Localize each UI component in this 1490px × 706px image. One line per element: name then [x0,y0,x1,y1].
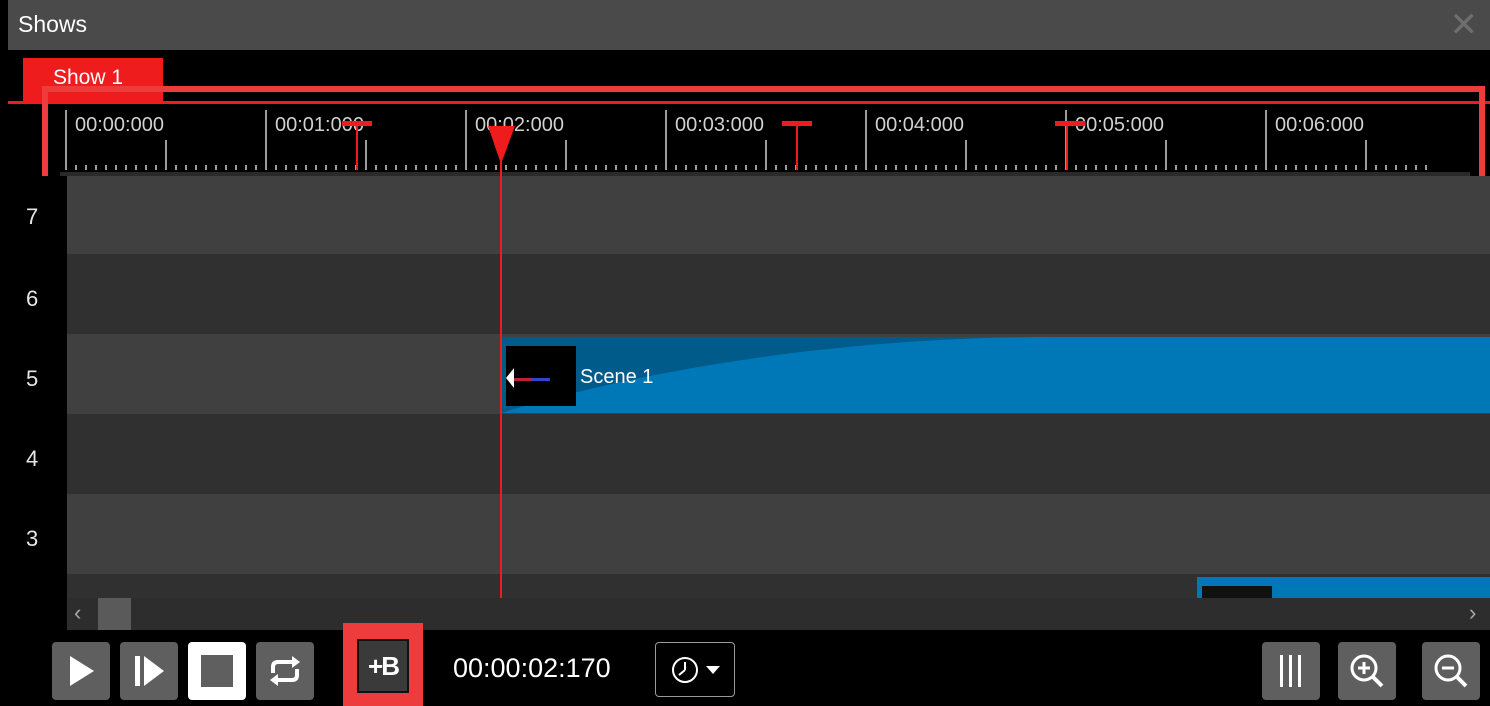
track-lane-3[interactable] [67,494,1490,574]
columns-icon [1280,655,1301,687]
lane-label: 6 [26,286,39,311]
play-icon [70,656,94,686]
play-button[interactable] [52,642,110,700]
columns-button[interactable] [1262,642,1320,700]
arrow-left-icon [506,368,514,388]
lane-label: 5 [26,366,39,391]
scrollbar-thumb[interactable] [98,598,131,630]
track-lane-6[interactable] [67,254,1490,334]
clip-name: Scene 1 [580,366,654,388]
step-forward-icon [135,656,164,686]
window-titlebar [8,0,1490,50]
loop-icon [270,656,300,686]
zoom-in-icon [1350,654,1384,688]
playhead-line [500,160,502,598]
zoom-in-button[interactable] [1338,642,1396,700]
horizontal-scrollbar[interactable] [67,598,1490,630]
close-icon[interactable]: ✕ [1450,8,1479,42]
chevron-down-icon [706,665,720,674]
track-lane-7[interactable] [67,176,1490,254]
lane-label: 3 [26,526,39,551]
clip-thumbnail [1202,586,1272,598]
clock-mode-dropdown[interactable] [655,642,735,697]
clock-icon [672,656,698,683]
lane-label: 7 [26,204,39,229]
clip-thumbnail [506,346,576,406]
zoom-out-button[interactable] [1422,642,1480,700]
timecode-display: 00:00:02:170 [453,653,611,683]
scroll-right-icon[interactable]: › [1469,600,1476,626]
add-bookmark-button[interactable]: +B [357,639,409,693]
step-forward-button[interactable] [120,642,178,700]
zoom-out-icon [1434,654,1468,688]
scroll-left-icon[interactable]: ‹ [74,600,81,626]
stop-icon [201,655,233,687]
lane-label: 4 [26,446,39,471]
track-lane-4[interactable] [67,414,1490,494]
stop-button[interactable] [188,642,246,700]
loop-button[interactable] [256,642,314,700]
window-title: Shows [18,11,88,37]
